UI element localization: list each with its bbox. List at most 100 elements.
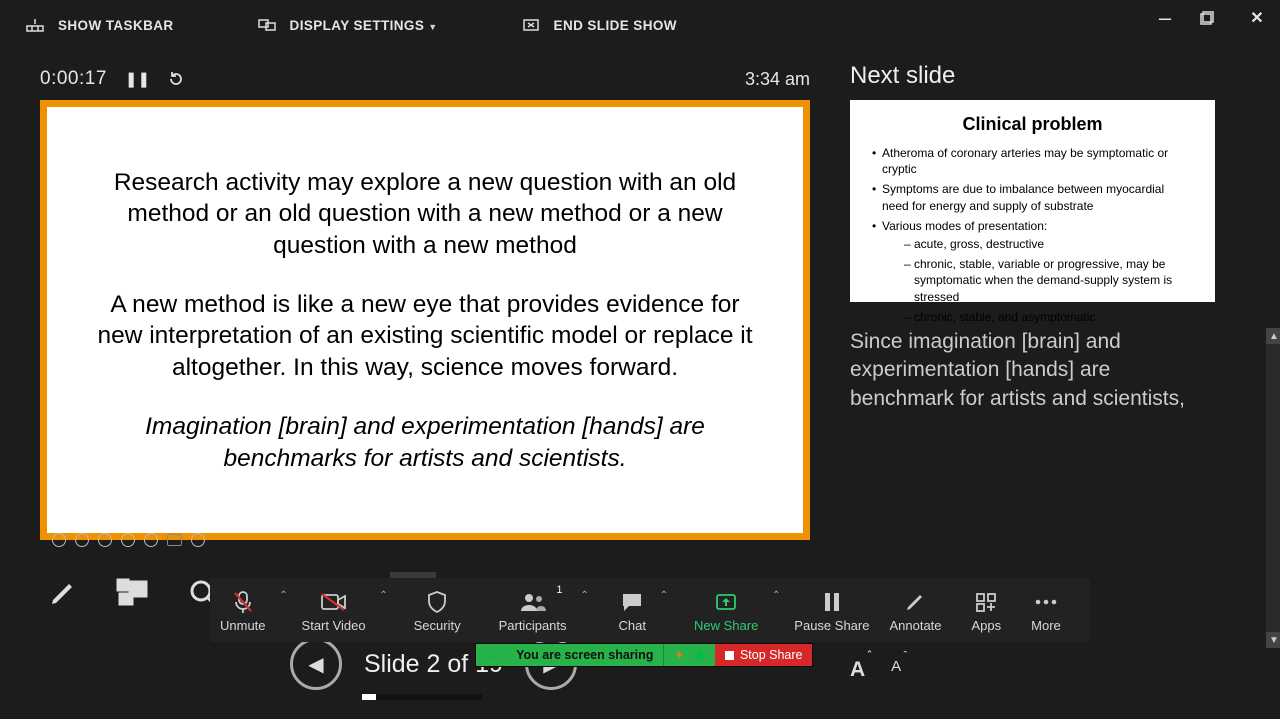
list-item: acute, gross, destructive xyxy=(904,236,1193,252)
taskbar-icon xyxy=(26,17,44,33)
notes-scrollbar[interactable]: ▲ ▼ xyxy=(1266,328,1280,648)
increase-font-button[interactable]: A xyxy=(850,658,865,682)
unmute-caret[interactable]: ⌃ xyxy=(276,590,292,601)
security-label: Security xyxy=(414,618,461,633)
video-off-icon xyxy=(320,589,348,615)
list-item: chronic, stable, variable or progressive… xyxy=(904,256,1193,305)
pause-timer-button[interactable]: ❚❚ xyxy=(125,70,150,88)
more-label: More xyxy=(1031,618,1061,633)
display-settings-button[interactable]: DISPLAY SETTINGS xyxy=(244,11,452,39)
unmute-button[interactable]: Unmute xyxy=(210,578,276,642)
share-status-icons: ✆ xyxy=(476,644,506,666)
end-show-icon xyxy=(522,17,540,33)
more-icon xyxy=(1033,589,1059,615)
current-slide[interactable]: Research activity may explore a new ques… xyxy=(47,107,803,533)
shield-mini-icon: ◉ xyxy=(694,648,704,662)
overlay-icon[interactable] xyxy=(191,533,205,547)
pause-icon xyxy=(823,589,841,615)
participants-button[interactable]: 1 Participants xyxy=(489,578,577,642)
list-item: chronic, stable, and asymptomatic xyxy=(904,309,1193,325)
reset-timer-button[interactable] xyxy=(168,71,184,87)
unmute-label: Unmute xyxy=(220,618,266,633)
chat-caret[interactable]: ⌃ xyxy=(656,590,672,601)
top-toolbar: SHOW TASKBAR DISPLAY SETTINGS END SLIDE … xyxy=(0,0,1280,50)
slide-paragraph-1: Research activity may explore a new ques… xyxy=(87,167,763,261)
see-all-slides-button[interactable] xyxy=(110,572,156,614)
list-item: Various modes of presentation: acute, gr… xyxy=(872,218,1193,325)
overlay-icon[interactable] xyxy=(98,533,112,547)
decrease-font-button[interactable]: A xyxy=(891,658,901,682)
pen-tool-button[interactable] xyxy=(40,572,86,614)
share-caret[interactable]: ⌃ xyxy=(768,590,784,601)
scroll-up-button[interactable]: ▲ xyxy=(1266,328,1280,344)
video-caret[interactable]: ⌃ xyxy=(376,590,392,601)
timer-row: 0:00:17 ❚❚ 3:34 am xyxy=(40,58,850,100)
next-slide-title: Clinical problem xyxy=(872,114,1193,135)
people-icon xyxy=(519,589,547,615)
next-slide-preview[interactable]: Clinical problem Atheroma of coronary ar… xyxy=(850,100,1215,302)
more-button[interactable]: More xyxy=(1021,578,1071,642)
pause-share-button[interactable]: Pause Share xyxy=(784,578,879,642)
screen-share-strip: ✆ You are screen sharing ✦ ◉ Stop Share xyxy=(476,644,812,666)
pause-share-label: Pause Share xyxy=(794,618,869,633)
apps-button[interactable]: Apps xyxy=(962,578,1012,642)
list-item-label: Various modes of presentation: xyxy=(882,219,1047,233)
share-status-text: You are screen sharing xyxy=(516,648,653,662)
mic-muted-mini-icon: ✦ xyxy=(674,648,684,662)
slide-paragraph-2: A new method is like a new eye that prov… xyxy=(87,289,763,383)
apps-icon xyxy=(974,589,998,615)
next-slide-bullets: Atheroma of coronary arteries may be sym… xyxy=(872,145,1193,325)
window-controls: – ✕ xyxy=(1154,0,1268,36)
participants-count: 1 xyxy=(556,584,562,596)
slide-progress-bar[interactable] xyxy=(362,694,482,700)
start-video-button[interactable]: Start Video xyxy=(292,578,376,642)
list-item: Symptoms are due to imbalance between my… xyxy=(872,181,1193,213)
list-item: Atheroma of coronary arteries may be sym… xyxy=(872,145,1193,177)
stop-share-label: Stop Share xyxy=(740,648,803,662)
overlay-icon[interactable] xyxy=(75,533,89,547)
subtitle-icon[interactable] xyxy=(167,534,182,546)
new-share-button[interactable]: New Share xyxy=(684,578,768,642)
current-slide-frame: Research activity may explore a new ques… xyxy=(40,100,810,540)
overlay-icon[interactable] xyxy=(121,533,135,547)
slide-paragraph-3: Imagination [brain] and experimentation … xyxy=(87,411,763,474)
shield-icon xyxy=(426,589,448,615)
participants-caret[interactable]: ⌃ xyxy=(577,590,593,601)
next-slide-header: Next slide xyxy=(850,58,1270,100)
overlay-icon[interactable] xyxy=(144,533,158,547)
start-video-label: Start Video xyxy=(302,618,366,633)
annotate-label: Annotate xyxy=(889,618,941,633)
scroll-down-button[interactable]: ▼ xyxy=(1266,632,1280,648)
show-taskbar-button[interactable]: SHOW TASKBAR xyxy=(12,11,188,39)
annotate-button[interactable]: Annotate xyxy=(879,578,951,642)
close-button[interactable]: ✕ xyxy=(1246,8,1268,28)
prev-slide-button[interactable]: ◀ xyxy=(290,638,342,690)
new-share-label: New Share xyxy=(694,618,758,633)
phone-icon: ✆ xyxy=(486,648,496,662)
slide-overlay-icons xyxy=(52,531,205,549)
font-size-controls: A A xyxy=(850,658,901,682)
stop-icon xyxy=(725,651,734,660)
restore-button[interactable] xyxy=(1200,11,1222,25)
minimize-button[interactable]: – xyxy=(1154,15,1176,21)
end-slide-show-button[interactable]: END SLIDE SHOW xyxy=(508,11,691,39)
elapsed-time: 0:00:17 xyxy=(40,68,107,90)
stop-share-button[interactable]: Stop Share xyxy=(715,644,813,666)
chat-button[interactable]: Chat xyxy=(609,578,656,642)
share-screen-icon xyxy=(715,589,737,615)
chat-label: Chat xyxy=(619,618,646,633)
security-button[interactable]: Security xyxy=(404,578,471,642)
pencil-icon xyxy=(904,589,926,615)
zoom-meeting-toolbar: Unmute ⌃ Start Video ⌃ Security 1 xyxy=(210,578,1090,642)
chat-icon xyxy=(620,589,644,615)
microphone-muted-icon xyxy=(232,589,254,615)
share-status: You are screen sharing xyxy=(506,644,663,666)
share-status-extra: ✦ ◉ xyxy=(663,644,715,666)
speaker-notes-text: Since imagination [brain] and experiment… xyxy=(850,330,1185,410)
participants-label: Participants xyxy=(499,618,567,633)
overlay-icon[interactable] xyxy=(52,533,66,547)
display-settings-label: DISPLAY SETTINGS xyxy=(290,18,438,33)
apps-label: Apps xyxy=(972,618,1002,633)
display-settings-icon xyxy=(258,17,276,33)
show-taskbar-label: SHOW TASKBAR xyxy=(58,18,174,33)
